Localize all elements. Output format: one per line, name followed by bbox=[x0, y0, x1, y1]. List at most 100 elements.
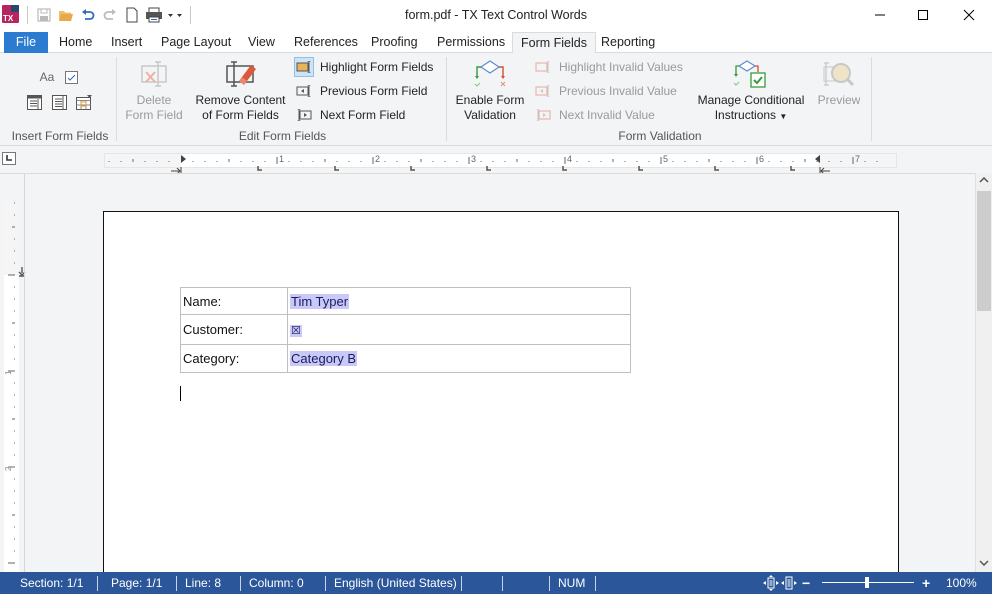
tab-stop-marker[interactable] bbox=[486, 166, 491, 171]
tab-file[interactable]: File bbox=[4, 32, 48, 53]
fit-page-icon bbox=[763, 575, 779, 591]
eraser-icon bbox=[225, 61, 256, 87]
preview-button[interactable]: Preview bbox=[813, 59, 865, 108]
tab-form-fields[interactable]: Form Fields bbox=[512, 32, 596, 54]
title-bar: TX form.pdf - TX Text Control Words bbox=[0, 0, 992, 31]
fit-width-button[interactable] bbox=[781, 572, 797, 594]
tab-stop-marker[interactable] bbox=[257, 166, 262, 171]
window-title: form.pdf - TX Text Control Words bbox=[404, 8, 587, 22]
previous-invalid-value-button[interactable]: Previous Invalid Value bbox=[533, 80, 677, 101]
form-label-category: Category: bbox=[180, 344, 288, 373]
form-label-customer: Customer: bbox=[180, 314, 288, 345]
remove-content-button[interactable]: Remove Content of Form Fields bbox=[192, 59, 289, 123]
enable-form-validation-button[interactable]: Enable Form Validation bbox=[452, 59, 528, 123]
tab-stop-marker[interactable] bbox=[714, 166, 719, 171]
close-button[interactable] bbox=[946, 0, 992, 30]
horizontal-ruler-area: 1 2 3 4 5 6 7 bbox=[0, 147, 992, 175]
ruler-number: 1 bbox=[279, 154, 284, 164]
tab-home[interactable]: Home bbox=[51, 32, 100, 53]
form-field-category-dropdown[interactable]: Category B bbox=[290, 351, 358, 366]
table-row: Category: Category B bbox=[180, 344, 631, 373]
delete-form-field-button[interactable]: Delete Form Field bbox=[122, 59, 186, 123]
zoom-in-button[interactable]: + bbox=[922, 572, 930, 594]
ruler-number: 2 bbox=[375, 154, 380, 164]
tab-stop-marker[interactable] bbox=[790, 166, 795, 171]
zoom-slider-thumb[interactable] bbox=[865, 577, 869, 588]
form-table: Name: Tim Typer Customer: ☒ Category: Ca… bbox=[180, 287, 631, 373]
left-indent-marker[interactable] bbox=[181, 155, 186, 163]
manage-conditional-instructions-button[interactable]: Manage Conditional Instructions ▼ bbox=[693, 59, 809, 124]
status-section: Section: 1/1 bbox=[20, 576, 84, 590]
document-page[interactable]: Name: Tim Typer Customer: ☒ Category: Ca… bbox=[103, 211, 899, 581]
horizontal-ruler[interactable]: 1 2 3 4 5 6 7 bbox=[104, 153, 897, 175]
scrollbar-thumb[interactable] bbox=[977, 191, 991, 311]
tab-stop-marker[interactable] bbox=[638, 166, 643, 171]
tab-reporting[interactable]: Reporting bbox=[593, 32, 663, 53]
ribbon-tabs: File Home Insert Page Layout View Refere… bbox=[0, 31, 992, 54]
listbox-icon bbox=[51, 94, 67, 110]
text-field-icon: Aa bbox=[39, 70, 55, 84]
form-label-name: Name: bbox=[180, 287, 288, 315]
status-column: Column: 0 bbox=[249, 576, 304, 590]
insert-listbox-button[interactable] bbox=[50, 93, 68, 111]
next-field-icon bbox=[294, 105, 314, 125]
tab-insert[interactable]: Insert bbox=[103, 32, 150, 53]
zoom-out-button[interactable]: − bbox=[802, 572, 810, 594]
minimize-button[interactable] bbox=[857, 0, 903, 30]
vertical-ruler[interactable]: 12 bbox=[4, 200, 26, 573]
form-field-customer-checkbox[interactable]: ☒ bbox=[290, 325, 302, 337]
tab-stop-marker[interactable] bbox=[334, 166, 339, 171]
tab-stop-marker[interactable] bbox=[562, 166, 567, 171]
fit-width-icon bbox=[781, 576, 797, 590]
tab-permissions[interactable]: Permissions bbox=[429, 32, 513, 53]
date-picker-icon bbox=[76, 94, 92, 110]
validation-flowchart-icon bbox=[474, 60, 506, 87]
tab-page-layout[interactable]: Page Layout bbox=[153, 32, 239, 53]
text-caret bbox=[180, 386, 181, 401]
form-field-name[interactable]: Tim Typer bbox=[290, 293, 350, 309]
highlight-form-fields-button[interactable]: Highlight Form Fields bbox=[294, 56, 433, 77]
status-num-lock: NUM bbox=[558, 576, 586, 590]
fit-page-button[interactable] bbox=[763, 572, 779, 594]
ruler-number: 5 bbox=[663, 154, 668, 164]
insert-text-field-button[interactable]: Aa bbox=[37, 68, 57, 86]
document-area[interactable]: 12 Name: Tim Typer Customer: ☒ Category:… bbox=[0, 173, 975, 581]
close-icon bbox=[963, 9, 975, 21]
ruler-number: 6 bbox=[759, 154, 764, 164]
checkbox-icon bbox=[64, 70, 78, 84]
highlight-invalid-values-button[interactable]: Highlight Invalid Values bbox=[533, 56, 683, 77]
highlight-invalid-icon bbox=[533, 57, 553, 77]
tab-proofing[interactable]: Proofing bbox=[363, 32, 426, 53]
tab-view[interactable]: View bbox=[240, 32, 283, 53]
insert-checkbox-button[interactable] bbox=[62, 68, 80, 86]
insert-combobox-button[interactable] bbox=[25, 93, 43, 111]
maximize-icon bbox=[918, 10, 928, 20]
tab-references[interactable]: References bbox=[286, 32, 366, 53]
group-label-form-validation: Form Validation bbox=[618, 129, 702, 143]
group-separator bbox=[116, 57, 117, 141]
ruler-number: 4 bbox=[567, 154, 572, 164]
previous-form-field-button[interactable]: Previous Form Field bbox=[294, 80, 427, 101]
combobox-icon bbox=[26, 94, 42, 110]
tab-stop-marker[interactable] bbox=[410, 166, 415, 171]
ruler-number: 7 bbox=[855, 154, 860, 164]
ruler-number: 1 bbox=[4, 370, 13, 375]
group-label-edit-form-fields: Edit Form Fields bbox=[238, 129, 327, 143]
scroll-up-icon[interactable] bbox=[976, 173, 992, 189]
maximize-button[interactable] bbox=[900, 0, 946, 30]
tab-stop-selector[interactable] bbox=[2, 152, 16, 165]
next-form-field-button[interactable]: Next Form Field bbox=[294, 104, 405, 125]
group-separator bbox=[446, 57, 447, 141]
next-invalid-value-button[interactable]: Next Invalid Value bbox=[533, 104, 655, 125]
status-page: Page: 1/1 bbox=[111, 576, 163, 590]
scroll-down-icon[interactable] bbox=[976, 556, 992, 572]
status-line: Line: 8 bbox=[185, 576, 222, 590]
preview-magnifier-icon bbox=[823, 62, 855, 87]
next-invalid-icon bbox=[533, 105, 553, 125]
table-row: Customer: ☒ bbox=[180, 314, 631, 345]
zoom-level[interactable]: 100% bbox=[946, 572, 977, 594]
table-row: Name: Tim Typer bbox=[180, 287, 631, 315]
insert-date-field-button[interactable] bbox=[75, 93, 93, 111]
vertical-scrollbar[interactable] bbox=[975, 173, 992, 572]
status-language[interactable]: English (United States) bbox=[334, 572, 457, 594]
